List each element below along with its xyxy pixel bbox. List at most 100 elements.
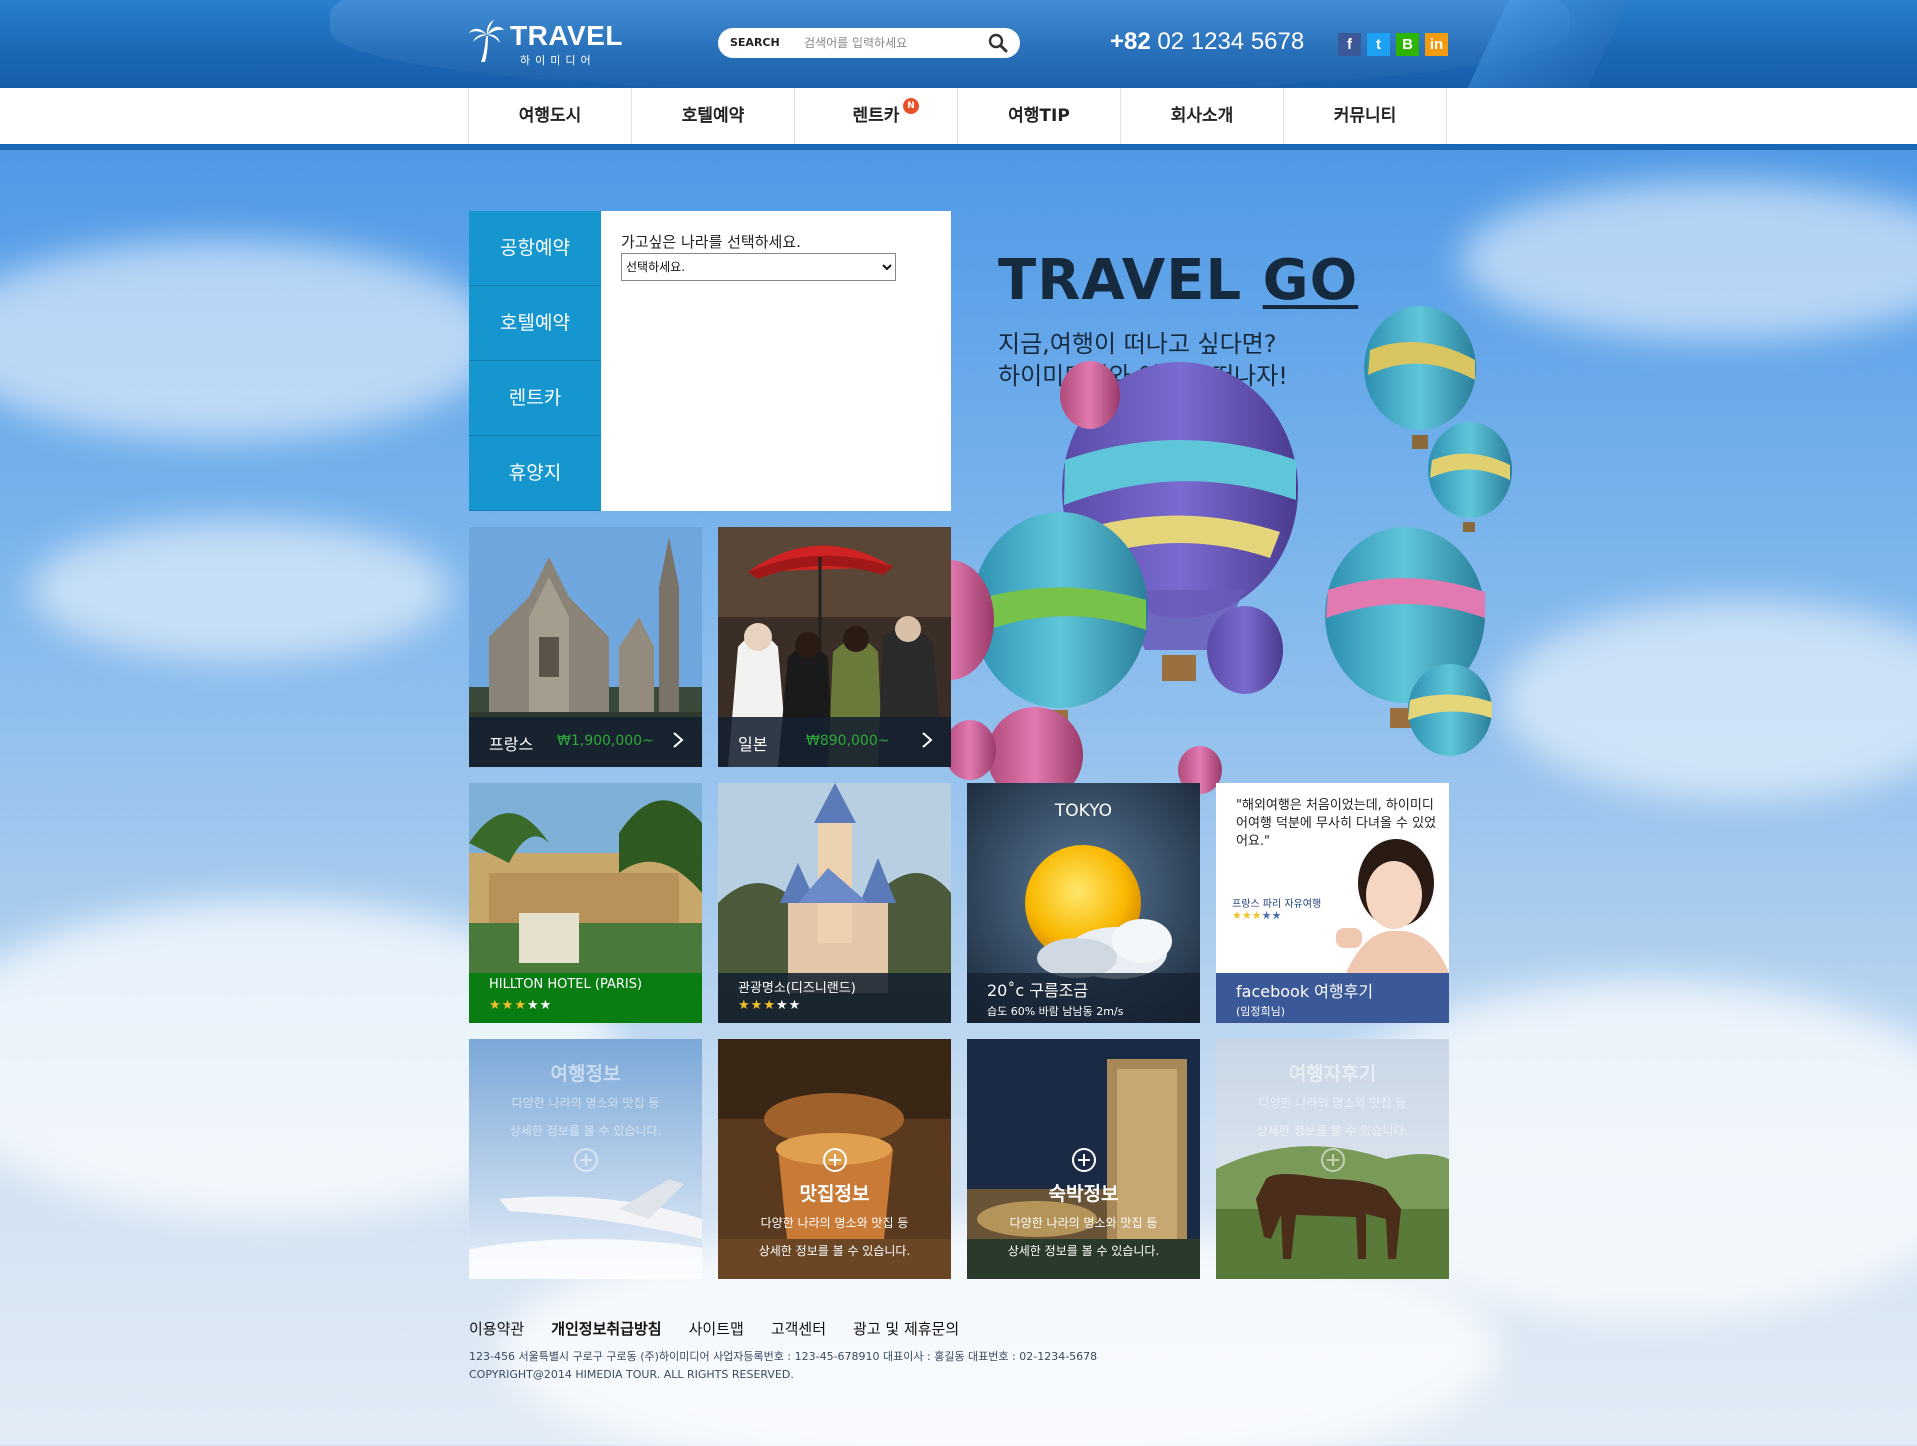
star-empty-icon: ★	[775, 998, 789, 1013]
star-filled-icon: ★	[1232, 909, 1242, 922]
plus-circle-icon	[1072, 1148, 1096, 1172]
hotel-name: HILLTON HOTEL (PARIS)	[489, 977, 643, 992]
category-title: 여행자후기	[1288, 1063, 1377, 1085]
blog-icon[interactable]: B	[1396, 33, 1419, 56]
star-filled-icon: ★	[514, 998, 527, 1013]
reviewer-name: (임정희님)	[1236, 1005, 1286, 1018]
star-filled-icon: ★	[1251, 909, 1262, 922]
review-quote: "해외여행은 처음이었는데, 하이미디어여행 덕분에 무사히 다녀올 수 있었어…	[1236, 798, 1437, 849]
weather-tile[interactable]: TOKYO 20˚c 구름조금 습도 60% 바람 남남동 2m/s	[967, 783, 1200, 1023]
review-rating-stars: ★★★★★	[1232, 909, 1281, 922]
tab-resort[interactable]: 휴양지	[469, 436, 601, 511]
star-empty-icon: ★	[1271, 909, 1282, 922]
search-icon[interactable]	[988, 33, 1008, 53]
booking-tabs: 공항예약 호텔예약 렌트카 휴양지	[469, 211, 601, 511]
package-price: ₩890,000~	[806, 733, 890, 749]
package-tile-france[interactable]: 프랑스 ₩1,900,000~	[469, 527, 702, 767]
category-tile-travel-info[interactable]: 여행정보 다양한 나라의 명소와 맛집 등 상세한 정보를 볼 수 있습니다.	[469, 1039, 702, 1279]
review-author: 프랑스 파리 자유여행	[1232, 899, 1322, 910]
reviewer-photo	[1336, 839, 1449, 973]
tab-rentcar[interactable]: 렌트카	[469, 361, 601, 436]
category-desc: 다양한 나라의 명소와 맛집 등	[760, 1216, 909, 1230]
rating-stars: ★★★★★	[738, 998, 801, 1013]
category-desc: 다양한 나라의 명소와 맛집 등	[1258, 1096, 1407, 1110]
footer-link-privacy[interactable]: 개인정보취급방침	[551, 1318, 661, 1339]
category-tile-reviews[interactable]: 여행자후기 다양한 나라의 명소와 맛집 등 상세한 정보를 볼 수 있습니다.	[1216, 1039, 1449, 1279]
cloud-decoration	[0, 240, 500, 440]
search-bar: SEARCH	[718, 28, 1020, 58]
footer-copyright: COPYRIGHT@2014 HIMEDIA TOUR. ALL RIGHTS …	[469, 1368, 794, 1381]
footer-link-terms[interactable]: 이용약관	[469, 1318, 524, 1339]
site-logo[interactable]: TRAVEL 하이미디어	[468, 18, 622, 70]
package-name: 프랑스	[489, 735, 534, 754]
star-empty-icon: ★	[1261, 909, 1272, 922]
category-title: 숙박정보	[1048, 1183, 1119, 1205]
footer-link-support[interactable]: 고객센터	[771, 1318, 826, 1339]
category-desc: 다양한 나라의 명소와 맛집 등	[1009, 1216, 1158, 1230]
search-input[interactable]	[804, 33, 984, 53]
country-select-label: 가고싶은 나라를 선택하세요.	[621, 233, 801, 251]
nav-item-travel-cities[interactable]: 여행도시	[469, 88, 632, 144]
logo-title: TRAVEL	[510, 20, 623, 51]
category-desc: 상세한 정보를 볼 수 있습니다.	[509, 1124, 662, 1138]
footer-link-sitemap[interactable]: 사이트맵	[689, 1318, 744, 1339]
category-desc: 상세한 정보를 볼 수 있습니다.	[758, 1244, 911, 1258]
category-title: 여행정보	[550, 1063, 621, 1085]
star-filled-icon: ★	[1241, 909, 1252, 922]
country-select[interactable]: 선택하세요.	[621, 253, 896, 281]
package-price: ₩1,900,000~	[557, 733, 654, 749]
nav-item-hotel-booking[interactable]: 호텔예약	[632, 88, 795, 144]
package-tile-japan[interactable]: 일본 ₩890,000~	[718, 527, 951, 767]
hotel-info-bar: HILLTON HOTEL (PARIS) ★★★★★	[469, 973, 702, 1023]
nav-item-travel-tip[interactable]: 여행TIP	[958, 88, 1121, 144]
chevron-right-icon	[922, 732, 933, 748]
tab-hotel[interactable]: 호텔예약	[469, 286, 601, 361]
hot-air-balloons-image	[940, 306, 1512, 800]
facebook-icon[interactable]: f	[1338, 33, 1361, 56]
star-empty-icon: ★	[526, 998, 540, 1013]
star-empty-icon: ★	[788, 998, 802, 1013]
category-desc: 상세한 정보를 볼 수 있습니다.	[1007, 1244, 1160, 1258]
star-filled-icon: ★	[750, 998, 764, 1013]
twitter-icon[interactable]: t	[1367, 33, 1390, 56]
nav-item-rentcar[interactable]: 렌트카 N	[795, 88, 958, 144]
facebook-review-bar: facebook 여행후기 (임정희님)	[1216, 973, 1449, 1023]
weather-info-bar: 20˚c 구름조금 습도 60% 바람 남남동 2m/s	[967, 973, 1200, 1023]
cloud-decoration	[30, 520, 450, 660]
nav-item-label: 렌트카	[852, 106, 900, 126]
star-filled-icon: ★	[489, 998, 502, 1013]
footer-link-ads[interactable]: 광고 및 제휴문의	[853, 1318, 959, 1339]
linkedin-icon[interactable]: in	[1425, 33, 1448, 56]
star-filled-icon: ★	[501, 998, 515, 1013]
booking-panel: 공항예약 호텔예약 렌트카 휴양지 가고싶은 나라를 선택하세요. 선택하세요.	[469, 211, 951, 511]
review-tile[interactable]: "해외여행은 처음이었는데, 하이미디어여행 덕분에 무사히 다녀올 수 있었어…	[1216, 783, 1449, 1023]
hotel-tile[interactable]: HILLTON HOTEL (PARIS) ★★★★★	[469, 783, 702, 1023]
site-header: TRAVEL 하이미디어 SEARCH +82 02 1234 5678 f t…	[0, 0, 1917, 88]
tab-airport[interactable]: 공항예약	[469, 211, 601, 286]
price-bar: 프랑스 ₩1,900,000~	[469, 717, 702, 767]
category-tile-lodging[interactable]: 숙박정보 다양한 나라의 명소와 맛집 등 상세한 정보를 볼 수 있습니다.	[967, 1039, 1200, 1279]
facebook-review-title: facebook 여행후기	[1236, 982, 1374, 1001]
nav-item-company[interactable]: 회사소개	[1121, 88, 1284, 144]
weather-condition: 20˚c 구름조금	[987, 981, 1089, 1000]
phone-number: +82 02 1234 5678	[1110, 28, 1304, 56]
new-badge: N	[903, 98, 919, 114]
plus-circle-icon	[823, 1148, 847, 1172]
phone-prefix: +82	[1110, 28, 1151, 55]
main-nav: 여행도시 호텔예약 렌트카 N 여행TIP 회사소개 커뮤니티	[0, 88, 1917, 150]
category-tile-restaurant[interactable]: 맛집정보 다양한 나라의 명소와 맛집 등 상세한 정보를 볼 수 있습니다.	[718, 1039, 951, 1279]
weather-details: 습도 60% 바람 남남동 2m/s	[987, 1005, 1124, 1018]
cloud-decoration	[1500, 600, 1917, 800]
weather-city: TOKYO	[1054, 801, 1113, 821]
attraction-tile[interactable]: 관광명소(디즈니랜드) ★★★★★	[718, 783, 951, 1023]
rating-stars: ★★★★★	[489, 998, 552, 1013]
nav-item-community[interactable]: 커뮤니티	[1284, 88, 1447, 144]
plus-circle-icon	[574, 1148, 598, 1172]
chevron-right-icon	[673, 732, 684, 748]
palm-tree-icon	[469, 20, 504, 62]
category-desc: 다양한 나라의 명소와 맛집 등	[511, 1096, 660, 1110]
plus-circle-icon	[1321, 1148, 1345, 1172]
star-empty-icon: ★	[539, 998, 553, 1013]
search-label: SEARCH	[730, 36, 780, 49]
attraction-name: 관광명소(디즈니랜드)	[738, 981, 856, 996]
